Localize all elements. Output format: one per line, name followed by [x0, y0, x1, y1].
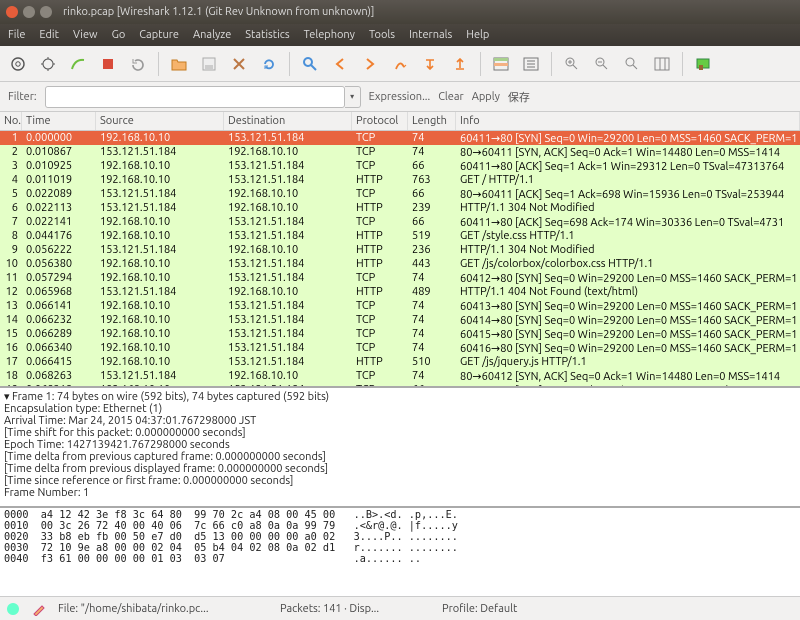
expert-info-icon[interactable] — [6, 602, 20, 616]
options-icon[interactable] — [36, 52, 60, 76]
capture-filters-icon[interactable] — [691, 52, 715, 76]
table-row[interactable]: 50.022089153.121.51.184192.168.10.10TCP6… — [0, 187, 800, 201]
statusbar: File: "/home/shibata/rinko.pc... Packets… — [0, 596, 800, 620]
table-row[interactable]: 180.068263153.121.51.184192.168.10.10TCP… — [0, 369, 800, 383]
detail-line[interactable]: Arrival Time: Mar 24, 2015 04:37:01.7672… — [4, 415, 796, 427]
detail-line[interactable]: ▾ Frame 1: 74 bytes on wire (592 bits), … — [4, 390, 796, 403]
col-destination[interactable]: Destination — [224, 112, 352, 130]
close-icon[interactable] — [6, 6, 18, 18]
menu-go[interactable]: Go — [112, 29, 126, 41]
table-row[interactable]: 60.022113153.121.51.184192.168.10.10HTTP… — [0, 201, 800, 215]
expression-button[interactable]: Expression... — [369, 91, 431, 103]
table-row[interactable]: 40.011019192.168.10.10153.121.51.184HTTP… — [0, 173, 800, 187]
detail-line[interactable]: [Time since reference or first frame: 0.… — [4, 475, 796, 487]
go-to-icon[interactable] — [388, 52, 412, 76]
menu-capture[interactable]: Capture — [139, 29, 179, 41]
col-info[interactable]: Info — [456, 112, 800, 130]
table-row[interactable]: 10.000000192.168.10.10153.121.51.184TCP7… — [0, 131, 800, 145]
maximize-icon[interactable] — [40, 6, 52, 18]
menu-tools[interactable]: Tools — [369, 29, 395, 41]
filter-bar: Filter: ▾ Expression... Clear Apply 保存 — [0, 82, 800, 112]
packet-list[interactable]: No. Time Source Destination Protocol Len… — [0, 112, 800, 386]
find-icon[interactable] — [298, 52, 322, 76]
interfaces-icon[interactable] — [6, 52, 30, 76]
status-file: File: "/home/shibata/rinko.pc... — [58, 603, 268, 615]
save-button[interactable]: 保存 — [508, 89, 530, 105]
status-profile: Profile: Default — [442, 603, 517, 615]
packet-details[interactable]: ▾ Frame 1: 74 bytes on wire (592 bits), … — [0, 386, 800, 506]
close-file-icon[interactable] — [227, 52, 251, 76]
menu-edit[interactable]: Edit — [39, 29, 59, 41]
menubar: File Edit View Go Capture Analyze Statistics Te… — [0, 24, 800, 46]
table-row[interactable]: 160.066340192.168.10.10153.121.51.184TCP… — [0, 341, 800, 355]
table-row[interactable]: 70.022141192.168.10.10153.121.51.184TCP6… — [0, 215, 800, 229]
edit-capture-icon[interactable] — [32, 602, 46, 616]
save-icon[interactable] — [197, 52, 221, 76]
colorize-icon[interactable] — [489, 52, 513, 76]
stop-capture-icon[interactable] — [96, 52, 120, 76]
packet-bytes[interactable]: 0000 a4 12 42 3e f8 3c 64 80 99 70 2c a4… — [0, 506, 800, 596]
restart-capture-icon[interactable] — [126, 52, 150, 76]
menu-internals[interactable]: Internals — [409, 29, 452, 41]
go-back-icon[interactable] — [328, 52, 352, 76]
titlebar: rinko.pcap [Wireshark 1.12.1 (Git Rev Un… — [0, 0, 800, 24]
col-time[interactable]: Time — [22, 112, 96, 130]
apply-button[interactable]: Apply — [472, 91, 500, 103]
zoom-in-icon[interactable] — [560, 52, 584, 76]
detail-line[interactable]: [Time shift for this packet: 0.000000000… — [4, 427, 796, 439]
menu-telephony[interactable]: Telephony — [304, 29, 355, 41]
filter-dropdown-icon[interactable]: ▾ — [345, 86, 361, 108]
menu-statistics[interactable]: Statistics — [245, 29, 289, 41]
toolbar — [0, 46, 800, 82]
zoom-out-icon[interactable] — [590, 52, 614, 76]
start-capture-icon[interactable] — [66, 52, 90, 76]
menu-view[interactable]: View — [73, 29, 98, 41]
table-row[interactable]: 140.066232192.168.10.10153.121.51.184TCP… — [0, 313, 800, 327]
auto-scroll-icon[interactable] — [519, 52, 543, 76]
table-row[interactable]: 90.056222153.121.51.184192.168.10.10HTTP… — [0, 243, 800, 257]
go-forward-icon[interactable] — [358, 52, 382, 76]
table-row[interactable]: 150.066289192.168.10.10153.121.51.184TCP… — [0, 327, 800, 341]
window-title: rinko.pcap [Wireshark 1.12.1 (Git Rev Un… — [63, 6, 374, 18]
table-row[interactable]: 120.065968153.121.51.184192.168.10.10HTT… — [0, 285, 800, 299]
table-row[interactable]: 130.066141192.168.10.10153.121.51.184TCP… — [0, 299, 800, 313]
open-icon[interactable] — [167, 52, 191, 76]
status-packets: Packets: 141 · Disp... — [280, 603, 430, 615]
filter-label: Filter: — [8, 91, 37, 103]
table-row[interactable]: 20.010867153.121.51.184192.168.10.10TCP7… — [0, 145, 800, 159]
table-row[interactable]: 80.044176192.168.10.10153.121.51.184HTTP… — [0, 229, 800, 243]
table-row[interactable]: 100.056380192.168.10.10153.121.51.184HTT… — [0, 257, 800, 271]
menu-file[interactable]: File — [8, 29, 25, 41]
detail-line[interactable]: [Time delta from previous captured frame… — [4, 451, 796, 463]
table-row[interactable]: 30.010925192.168.10.10153.121.51.184TCP6… — [0, 159, 800, 173]
zoom-reset-icon[interactable] — [620, 52, 644, 76]
reload-icon[interactable] — [257, 52, 281, 76]
menu-help[interactable]: Help — [466, 29, 489, 41]
clear-button[interactable]: Clear — [438, 91, 464, 103]
filter-input[interactable] — [45, 86, 345, 108]
resize-columns-icon[interactable] — [650, 52, 674, 76]
detail-line[interactable]: Encapsulation type: Ethernet (1) — [4, 403, 796, 415]
col-source[interactable]: Source — [96, 112, 224, 130]
col-no[interactable]: No. — [0, 112, 22, 130]
col-length[interactable]: Length — [408, 112, 456, 130]
table-row[interactable]: 110.057294192.168.10.10153.121.51.184TCP… — [0, 271, 800, 285]
table-row[interactable]: 170.066415192.168.10.10153.121.51.184HTT… — [0, 355, 800, 369]
go-last-icon[interactable] — [448, 52, 472, 76]
packet-list-header: No. Time Source Destination Protocol Len… — [0, 112, 800, 131]
detail-line[interactable]: Frame Number: 1 — [4, 487, 796, 499]
detail-line[interactable]: Epoch Time: 1427139421.767298000 seconds — [4, 439, 796, 451]
col-protocol[interactable]: Protocol — [352, 112, 408, 130]
menu-analyze[interactable]: Analyze — [193, 29, 231, 41]
minimize-icon[interactable] — [23, 6, 35, 18]
go-first-icon[interactable] — [418, 52, 442, 76]
detail-line[interactable]: [Time delta from previous displayed fram… — [4, 463, 796, 475]
